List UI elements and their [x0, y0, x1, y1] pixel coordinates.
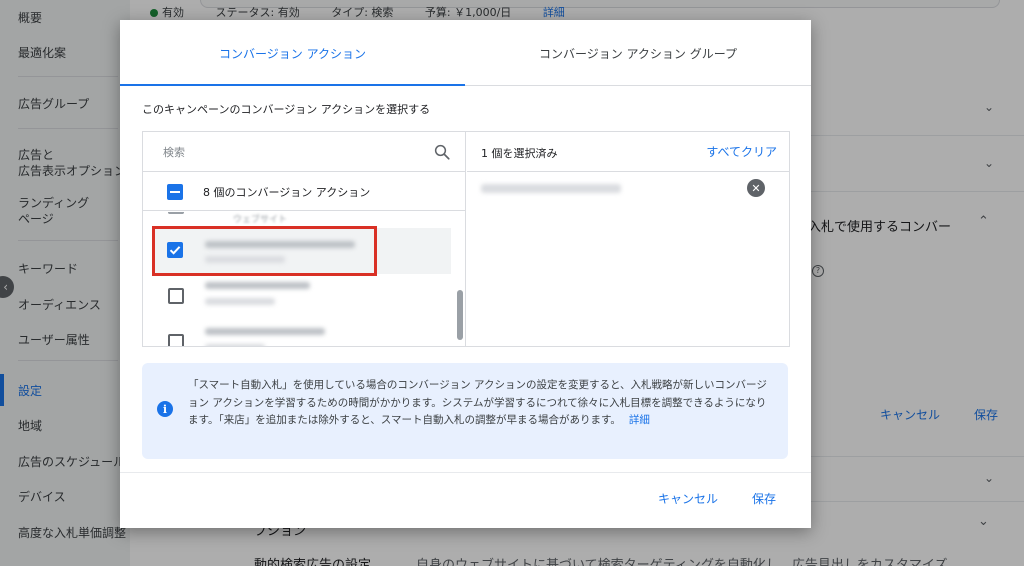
search-row	[143, 132, 465, 172]
info-text: 「スマート自動入札」を使用している場合のコンバージョン アクションの設定を変更す…	[188, 377, 774, 430]
list-scrollbar[interactable]	[457, 290, 463, 340]
conversion-action-picker: 8 個のコンバージョン アクション ウェブサイト	[142, 131, 790, 347]
select-all-checkbox[interactable]	[167, 184, 183, 200]
partial-item-text: ウェブサイト	[233, 215, 288, 225]
selected-header: 1 個を選択済み すべてクリア	[467, 132, 789, 172]
selected-actions-pane: 1 個を選択済み すべてクリア ✕	[467, 132, 789, 346]
clear-all-link[interactable]: すべてクリア	[706, 143, 777, 160]
conversion-actions-dialog: コンバージョン アクション コンバージョン アクション グループ このキャンペー…	[120, 20, 811, 528]
info-details-link[interactable]: 詳細	[629, 414, 650, 426]
tab-active-indicator	[120, 84, 465, 86]
save-button[interactable]: 保存	[752, 490, 776, 507]
info-icon: i	[157, 401, 173, 417]
item-name-redacted	[205, 328, 325, 335]
dialog-tabs: コンバージョン アクション コンバージョン アクション グループ	[120, 20, 811, 86]
select-all-label: 8 個のコンバージョン アクション	[203, 186, 371, 199]
partial-checkbox[interactable]	[168, 212, 184, 214]
item-checkbox[interactable]	[168, 288, 184, 304]
cancel-button[interactable]: キャンセル	[658, 490, 718, 507]
item-checkbox[interactable]	[168, 334, 184, 346]
selected-count: 1 個を選択済み	[481, 147, 558, 160]
tab-conversion-actions[interactable]: コンバージョン アクション	[120, 20, 465, 86]
dialog-subtitle: このキャンペーンのコンバージョン アクションを選択する	[142, 103, 431, 116]
item-category-redacted	[205, 344, 265, 346]
available-actions-pane: 8 個のコンバージョン アクション ウェブサイト	[143, 132, 466, 346]
info-body: 「スマート自動入札」を使用している場合のコンバージョン アクションの設定を変更す…	[188, 379, 767, 426]
select-all-row[interactable]: 8 個のコンバージョン アクション	[143, 173, 465, 211]
annotation-highlight-box	[152, 226, 377, 276]
search-input[interactable]	[163, 142, 423, 162]
item-category-redacted	[205, 298, 275, 305]
remove-icon[interactable]: ✕	[747, 179, 765, 197]
list-item[interactable]	[143, 320, 465, 346]
item-name-redacted	[205, 282, 310, 289]
list-item[interactable]	[143, 274, 465, 320]
dialog-footer-divider	[120, 472, 811, 473]
selected-item-redacted	[481, 184, 621, 193]
info-notice: i 「スマート自動入札」を使用している場合のコンバージョン アクションの設定を変…	[142, 363, 788, 459]
tab-conversion-action-groups[interactable]: コンバージョン アクション グループ	[465, 20, 811, 86]
search-icon[interactable]	[433, 143, 451, 161]
